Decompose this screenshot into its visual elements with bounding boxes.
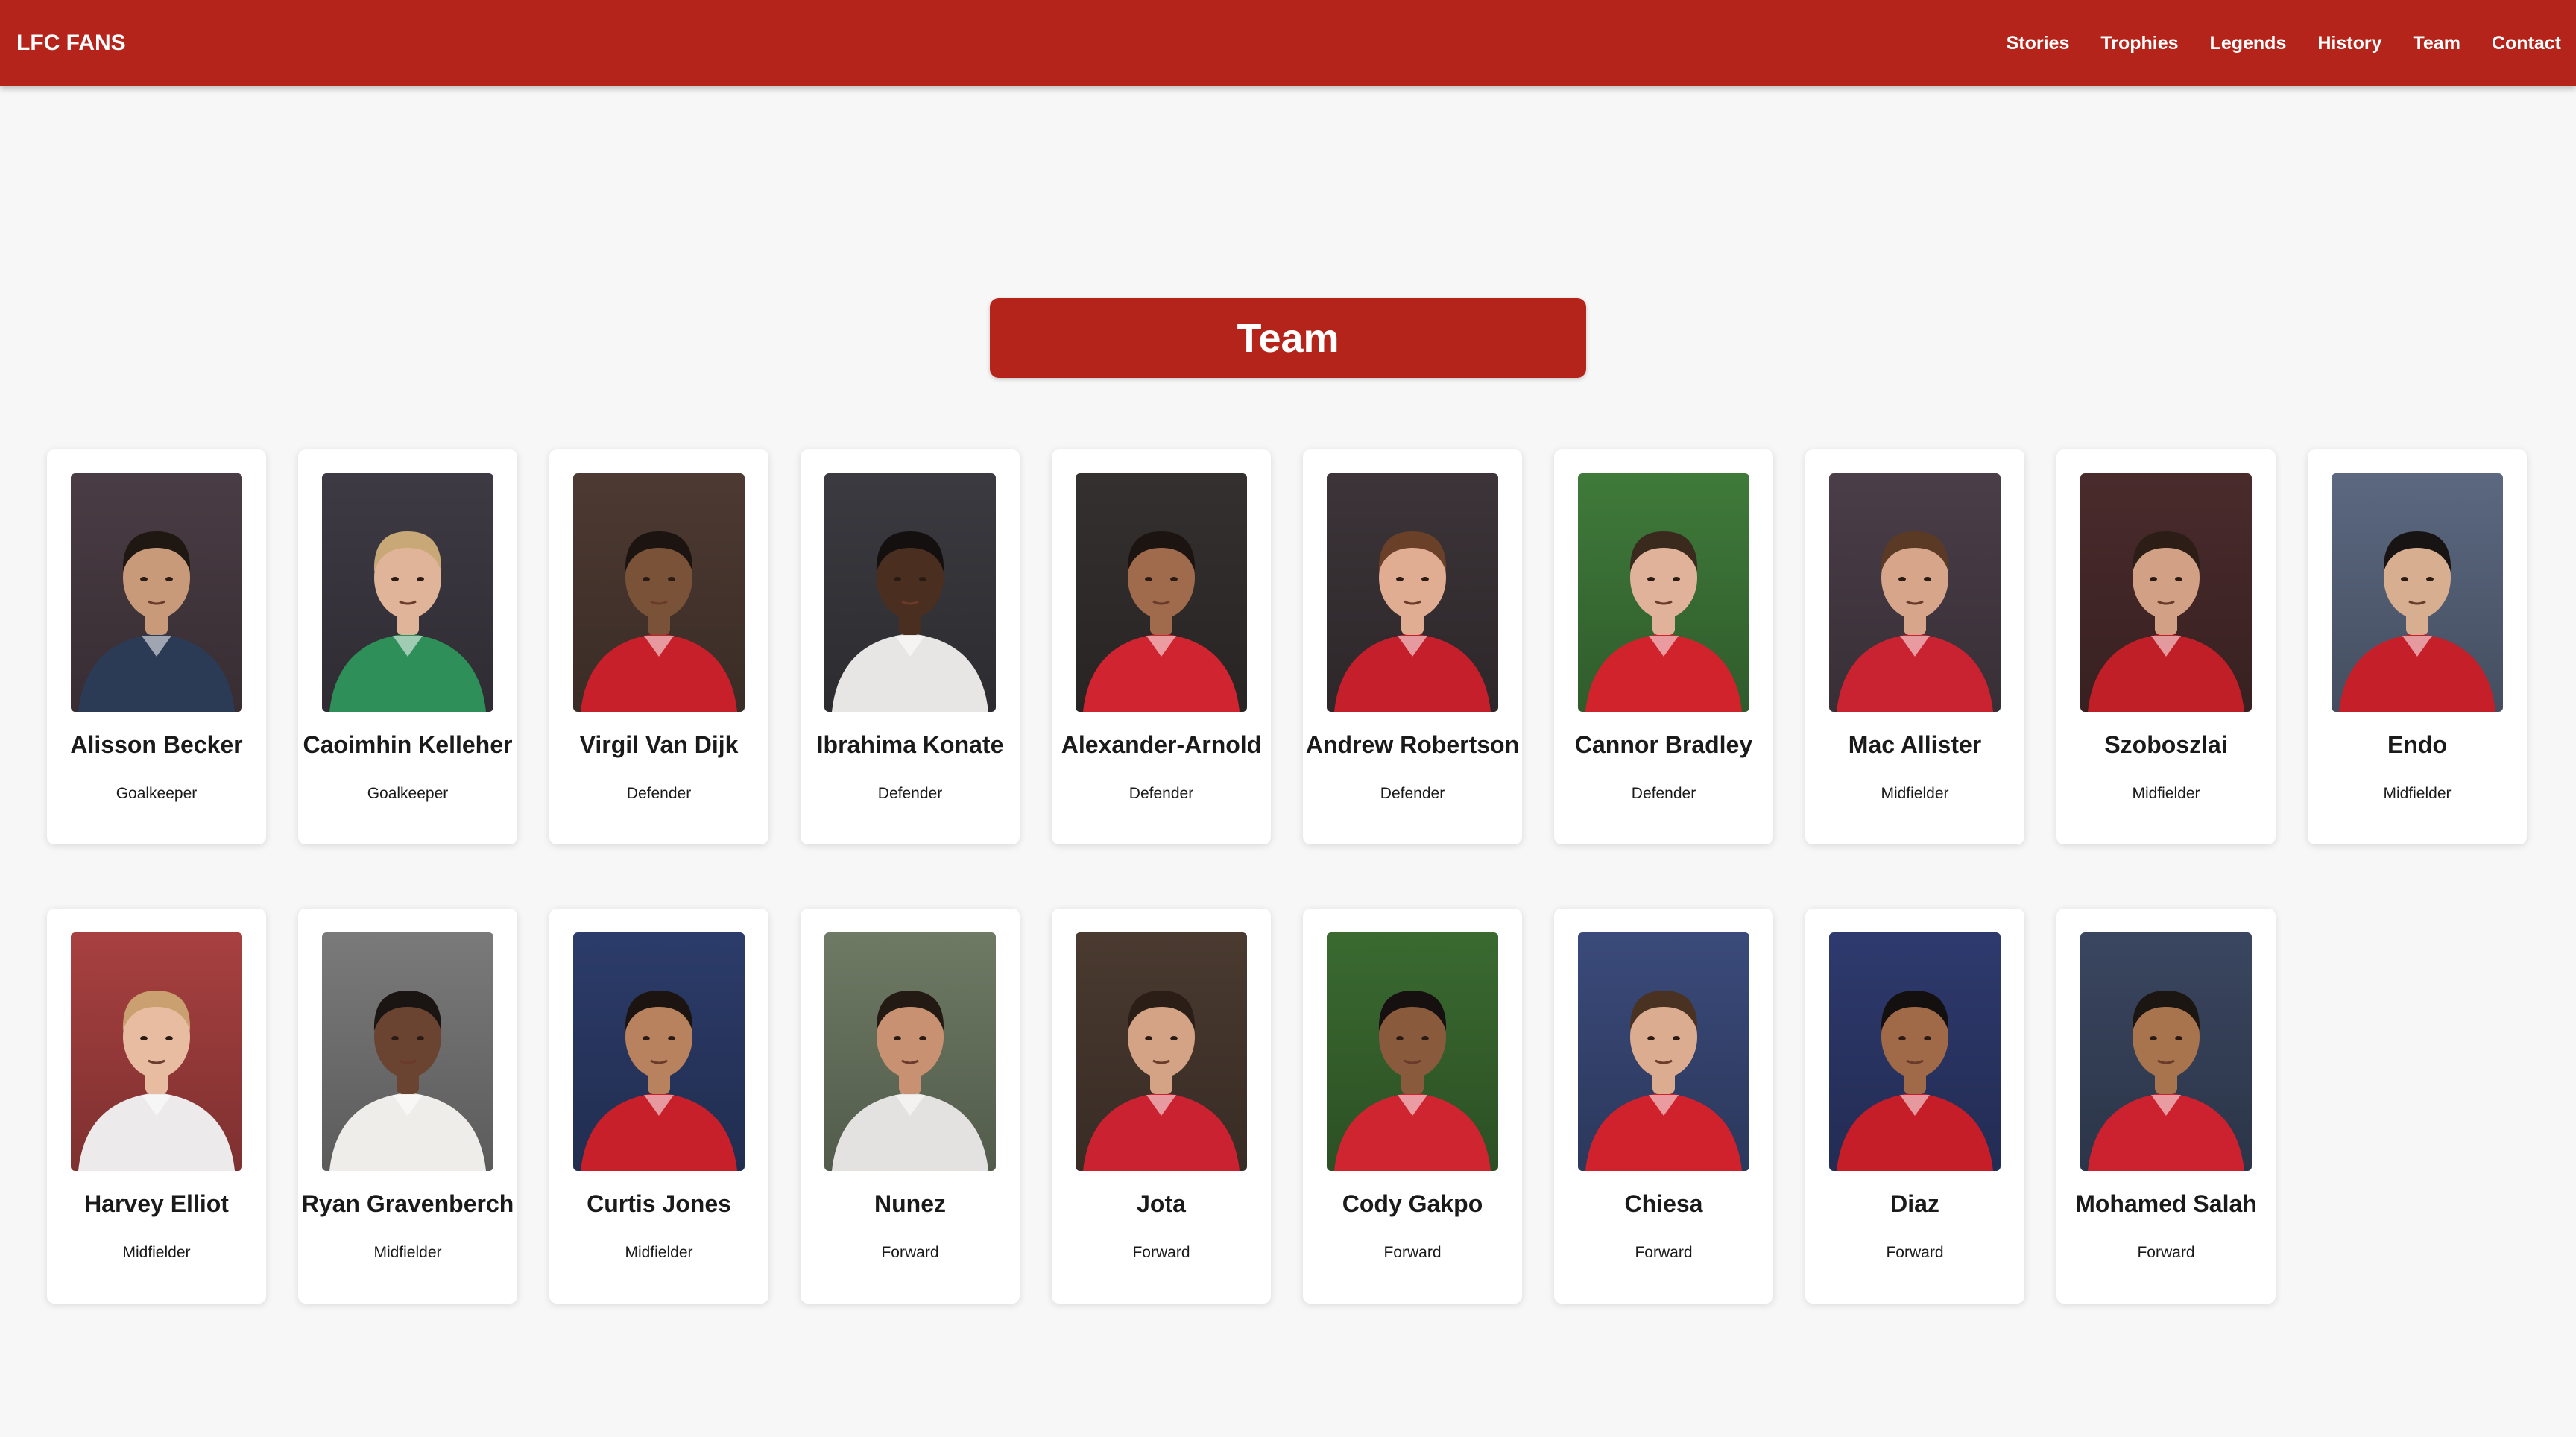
player-position: Midfielder (2383, 785, 2452, 802)
nav-team[interactable]: Team (2413, 33, 2460, 54)
player-position: Forward (1886, 1244, 1944, 1261)
player-card[interactable]: Alisson Becker Goalkeeper (47, 449, 266, 844)
nav-history[interactable]: History (2317, 33, 2381, 54)
player-card[interactable]: Szoboszlai Midfielder (2056, 449, 2276, 844)
player-photo (322, 473, 493, 712)
nav-contact[interactable]: Contact (2492, 33, 2561, 54)
player-card[interactable]: Harvey Elliot Midfielder (47, 909, 266, 1304)
player-card[interactable]: Ibrahima Konate Defender (801, 449, 1020, 844)
player-name: Diaz (1890, 1190, 1939, 1217)
player-photo (71, 473, 242, 712)
player-photo (573, 932, 745, 1171)
player-name: Harvey Elliot (84, 1190, 229, 1217)
player-position: Forward (1132, 1244, 1190, 1261)
player-card[interactable]: Diaz Forward (1805, 909, 2024, 1304)
player-photo (1578, 932, 1749, 1171)
player-photo (1327, 932, 1498, 1171)
player-position: Midfielder (122, 1244, 191, 1261)
player-photo (1829, 932, 2001, 1171)
player-card[interactable]: Chiesa Forward (1554, 909, 1773, 1304)
player-name: Mac Allister (1848, 731, 1982, 758)
player-name: Nunez (874, 1190, 946, 1217)
player-name: Chiesa (1624, 1190, 1703, 1217)
section-title: Team (990, 298, 1586, 378)
player-position: Defender (1128, 785, 1194, 802)
player-name: Szoboszlai (2104, 731, 2228, 758)
player-card[interactable]: Endo Midfielder (2308, 449, 2527, 844)
player-card[interactable]: Alexander-Arnold Defender (1052, 449, 1271, 844)
player-card[interactable]: Jota Forward (1052, 909, 1271, 1304)
player-position: Midfielder (625, 1244, 693, 1261)
player-photo (322, 932, 493, 1171)
player-position: Goalkeeper (116, 785, 198, 802)
player-card[interactable]: Mohamed Salah Forward (2056, 909, 2276, 1304)
player-card[interactable]: Ryan Gravenberch Midfielder (298, 909, 517, 1304)
player-photo (824, 473, 996, 712)
player-card[interactable]: Andrew Robertson Defender (1303, 449, 1522, 844)
player-position: Defender (1380, 785, 1445, 802)
player-position: Midfielder (373, 1244, 442, 1261)
nav-trophies[interactable]: Trophies (2100, 33, 2178, 54)
player-name: Curtis Jones (587, 1190, 731, 1217)
player-card[interactable]: Curtis Jones Midfielder (549, 909, 768, 1304)
player-photo (2080, 473, 2252, 712)
player-photo (1076, 473, 1247, 712)
player-card[interactable]: Cody Gakpo Forward (1303, 909, 1522, 1304)
player-photo (2080, 932, 2252, 1171)
player-card[interactable]: Mac Allister Midfielder (1805, 449, 2024, 844)
player-name: Jota (1137, 1190, 1186, 1217)
player-position: Forward (881, 1244, 939, 1261)
player-photo (71, 932, 242, 1171)
player-card[interactable]: Caoimhin Kelleher Goalkeeper (298, 449, 517, 844)
player-photo (2332, 473, 2503, 712)
player-position: Forward (1635, 1244, 1693, 1261)
player-name: Ibrahima Konate (816, 731, 1004, 758)
nav-stories[interactable]: Stories (2007, 33, 2070, 54)
player-photo (573, 473, 745, 712)
player-name: Alisson Becker (70, 731, 243, 758)
player-position: Defender (877, 785, 943, 802)
player-position: Defender (626, 785, 692, 802)
player-card[interactable]: Virgil Van Dijk Defender (549, 449, 768, 844)
player-name: Andrew Robertson (1305, 731, 1520, 758)
player-name: Cody Gakpo (1342, 1190, 1483, 1217)
player-position: Midfielder (1881, 785, 1949, 802)
player-card[interactable]: Cannor Bradley Defender (1554, 449, 1773, 844)
top-navbar: LFC FANS Stories Trophies Legends Histor… (0, 0, 2576, 86)
player-position: Goalkeeper (367, 785, 449, 802)
player-name: Alexander-Arnold (1061, 731, 1262, 758)
player-position: Midfielder (2132, 785, 2200, 802)
player-photo (1578, 473, 1749, 712)
nav-menu: Stories Trophies Legends History Team Co… (1975, 33, 2561, 54)
player-photo (824, 932, 996, 1171)
player-photo (1829, 473, 2001, 712)
player-card[interactable]: Nunez Forward (801, 909, 1020, 1304)
nav-legends[interactable]: Legends (2210, 33, 2287, 54)
player-photo (1327, 473, 1498, 712)
player-position: Forward (2137, 1244, 2195, 1261)
player-name: Mohamed Salah (2075, 1190, 2257, 1217)
player-name: Ryan Gravenberch (301, 1190, 514, 1217)
player-position: Forward (1383, 1244, 1442, 1261)
player-name: Virgil Van Dijk (579, 731, 739, 758)
player-photo (1076, 932, 1247, 1171)
player-name: Caoimhin Kelleher (303, 731, 513, 758)
brand-logo[interactable]: LFC FANS (16, 31, 126, 56)
player-position: Defender (1631, 785, 1696, 802)
player-name: Endo (2387, 731, 2447, 758)
player-name: Cannor Bradley (1574, 731, 1753, 758)
